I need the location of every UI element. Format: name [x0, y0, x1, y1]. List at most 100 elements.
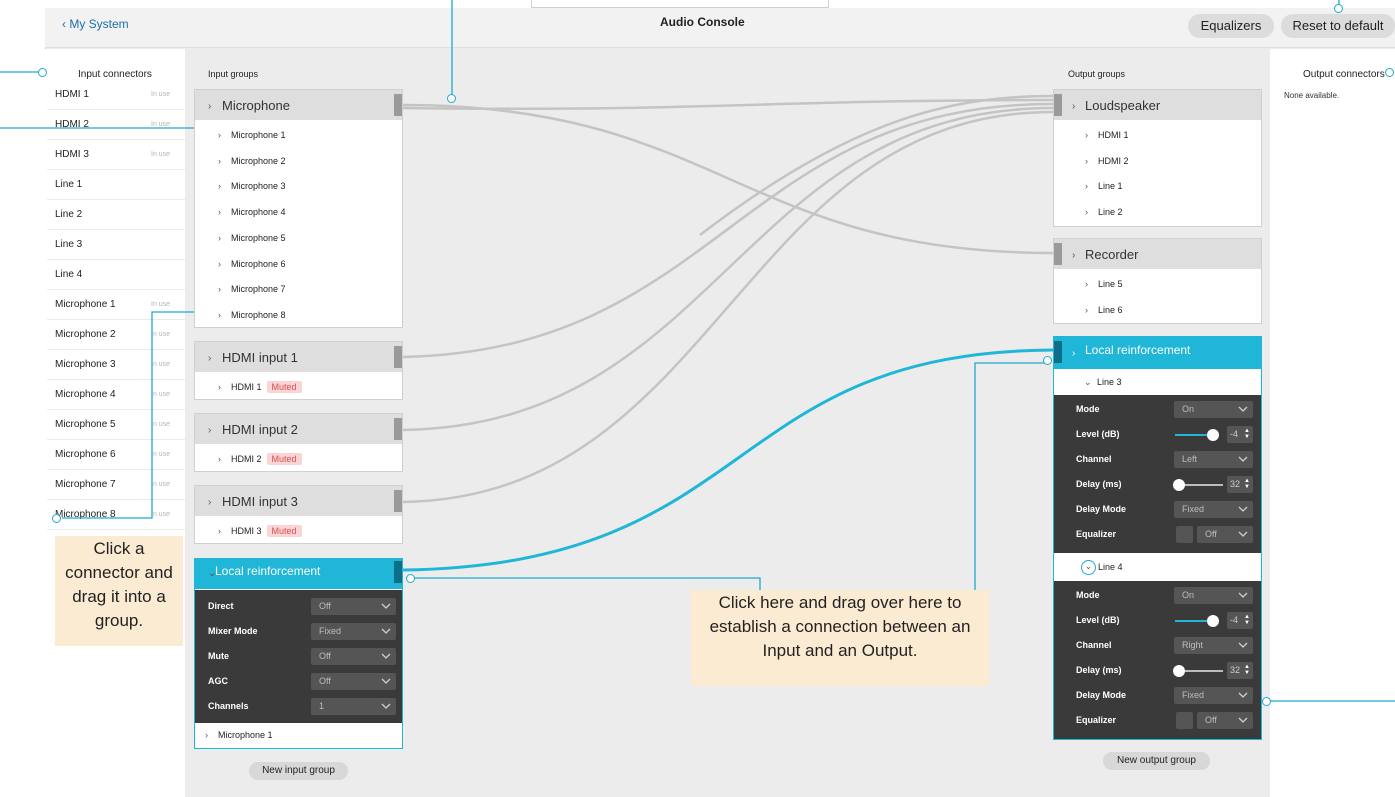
group-item-hdmi3[interactable]: › HDMI 3 Muted — [218, 525, 302, 537]
group-item-microphone[interactable]: › Microphone 1 — [218, 130, 286, 140]
output-group-recorder[interactable]: › Recorder › Line 5 › Line 6 — [1053, 238, 1262, 324]
delay-slider-knob[interactable] — [1173, 479, 1185, 491]
equalizer-edit-icon[interactable] — [1176, 526, 1193, 543]
input-group-header[interactable]: › HDMI input 1 — [195, 342, 402, 372]
input-group-local-reinforcement[interactable]: ⌄ Local reinforcement Direct Off Mixer Mod… — [194, 558, 403, 749]
delay-stepper[interactable]: 32 ▲ ▼ — [1227, 476, 1253, 493]
delay-mode-select[interactable]: Fixed — [1174, 687, 1253, 704]
equalizer-select[interactable]: Off — [1197, 712, 1253, 729]
group-item-microphone1[interactable]: › Microphone 1 — [205, 730, 273, 740]
group-item-recorder[interactable]: › Line 5 — [1085, 279, 1123, 289]
chevron-right-icon: › — [218, 526, 221, 536]
group-item-microphone[interactable]: › Microphone 8 — [218, 310, 286, 320]
setting-label: Channel — [1076, 454, 1112, 464]
select-value: 1 — [319, 701, 325, 711]
input-group-header[interactable]: ⌄ Local reinforcement — [195, 559, 402, 589]
connection-handle[interactable] — [1054, 341, 1062, 363]
connection-handle[interactable] — [394, 346, 402, 368]
group-item-recorder[interactable]: › Line 6 — [1085, 305, 1123, 315]
equalizer-edit-icon[interactable] — [1176, 712, 1193, 729]
item-label: Microphone 8 — [231, 309, 286, 320]
equalizer-select[interactable]: Off — [1197, 526, 1253, 543]
setting-select[interactable]: Fixed — [311, 623, 396, 640]
connection-handle[interactable] — [394, 490, 402, 512]
connection-handle[interactable] — [394, 94, 402, 116]
select-value: On — [1182, 404, 1195, 414]
group-item-microphone[interactable]: › Microphone 7 — [218, 284, 286, 294]
delay-mode-select[interactable]: Fixed — [1174, 501, 1253, 518]
group-title: Local reinforcement — [215, 564, 321, 578]
group-item-microphone[interactable]: › Microphone 5 — [218, 233, 286, 243]
new-input-group-button[interactable]: New input group — [249, 762, 348, 780]
input-group-header[interactable]: › HDMI input 2 — [195, 414, 402, 444]
setting-select[interactable]: 1 — [311, 698, 396, 715]
group-item-loudspeaker[interactable]: › HDMI 2 — [1085, 156, 1129, 166]
chevron-right-icon: › — [1072, 101, 1076, 112]
spin-arrows-icon[interactable]: ▲ ▼ — [1244, 428, 1250, 440]
channel-select[interactable]: Left — [1174, 451, 1253, 468]
group-item-microphone[interactable]: › Microphone 3 — [218, 181, 286, 191]
input-group-header[interactable]: › HDMI input 3 — [195, 486, 402, 516]
group-item-loudspeaker[interactable]: › HDMI 1 — [1085, 130, 1129, 140]
connection-hdmi1-loudspeaker[interactable] — [402, 102, 1054, 359]
connection-hdmi3-loudspeaker[interactable] — [402, 110, 1054, 504]
chevron-right-icon: › — [218, 382, 221, 392]
connection-handle[interactable] — [1054, 94, 1062, 116]
connection-handle[interactable] — [1054, 243, 1062, 265]
group-item-loudspeaker[interactable]: › Line 2 — [1085, 207, 1123, 217]
mode-select[interactable]: On — [1174, 401, 1253, 418]
connection-hdmi2-loudspeaker[interactable] — [402, 106, 1054, 432]
setting-select[interactable]: Off — [311, 598, 396, 615]
output-group-header[interactable]: › Local reinforcement — [1054, 337, 1261, 369]
output-group-header[interactable]: › Loudspeaker — [1054, 90, 1261, 120]
output-group-local-reinforcement[interactable]: › Local reinforcement ⌄ Line 3 Mode Level … — [1053, 336, 1262, 740]
input-group-microphone[interactable]: › Microphone › Microphone 1 › Microphone 2 ›… — [194, 89, 403, 328]
chevron-down-icon — [1238, 717, 1248, 723]
group-item-microphone[interactable]: › Microphone 4 — [218, 207, 286, 217]
setting-select[interactable]: Off — [311, 648, 396, 665]
group-title: Microphone — [222, 98, 290, 113]
input-group-hdmi-1[interactable]: › HDMI input 1 › HDMI 1 Muted — [194, 341, 403, 400]
group-item-loudspeaker[interactable]: › Line 1 — [1085, 181, 1123, 191]
delay-slider-knob[interactable] — [1173, 665, 1185, 677]
setting-label: Level (dB) — [1076, 615, 1120, 625]
level-stepper[interactable]: -4 ▲ ▼ — [1227, 426, 1253, 443]
chevron-down-icon[interactable]: ⌄ — [1081, 560, 1096, 575]
level-stepper[interactable]: -4 ▲ ▼ — [1227, 612, 1253, 629]
output-group-loudspeaker[interactable]: › Loudspeaker › HDMI 1 › HDMI 2 › Line 1 › Line… — [1053, 89, 1262, 227]
audio-console-screen: ‹ My System Audio Console Equalizers Res… — [0, 0, 1395, 797]
setting-label: Channels — [208, 701, 249, 711]
input-group-hdmi-3[interactable]: › HDMI input 3 › HDMI 3 Muted — [194, 485, 403, 544]
connection-local-reinforcement[interactable] — [402, 348, 1054, 572]
mode-select[interactable]: On — [1174, 587, 1253, 604]
channel-select[interactable]: Right — [1174, 637, 1253, 654]
spin-arrows-icon[interactable]: ▲ ▼ — [1244, 664, 1250, 676]
input-group-hdmi-2[interactable]: › HDMI input 2 › HDMI 2 Muted — [194, 413, 403, 472]
connection-handle[interactable] — [394, 418, 402, 440]
output-group-header[interactable]: › Recorder — [1054, 239, 1261, 269]
level-slider-knob[interactable] — [1207, 615, 1219, 627]
delay-stepper[interactable]: 32 ▲ ▼ — [1227, 662, 1253, 679]
group-item-hdmi1[interactable]: › HDMI 1 Muted — [218, 381, 302, 393]
setting-select[interactable]: Off — [311, 673, 396, 690]
chevron-right-icon: › — [1072, 250, 1076, 261]
output-item-line3-header[interactable]: ⌄ Line 3 — [1084, 377, 1122, 388]
new-output-group-button[interactable]: New output group — [1103, 752, 1210, 770]
output-item-line4-header[interactable]: ⌄ Line 4 — [1081, 560, 1123, 575]
chevron-down-icon — [1238, 592, 1248, 598]
input-group-header[interactable]: › Microphone — [195, 90, 402, 120]
chevron-down-icon: ⌄ — [1084, 377, 1092, 387]
spin-arrows-icon[interactable]: ▲ ▼ — [1244, 614, 1250, 626]
chevron-right-icon: › — [208, 497, 212, 508]
group-item-hdmi2[interactable]: › HDMI 2 Muted — [218, 453, 302, 465]
level-slider-knob[interactable] — [1207, 429, 1219, 441]
group-item-microphone[interactable]: › Microphone 2 — [218, 156, 286, 166]
item-label: Line 2 — [1098, 207, 1123, 218]
chevron-down-icon — [1238, 531, 1248, 537]
connection-handle[interactable] — [394, 561, 402, 583]
group-item-microphone[interactable]: › Microphone 6 — [218, 259, 286, 269]
item-label: Line 6 — [1098, 305, 1123, 315]
chevron-right-icon: › — [1072, 348, 1076, 359]
spin-arrows-icon[interactable]: ▲ ▼ — [1244, 478, 1250, 490]
setting-label: Mixer Mode — [208, 626, 258, 636]
